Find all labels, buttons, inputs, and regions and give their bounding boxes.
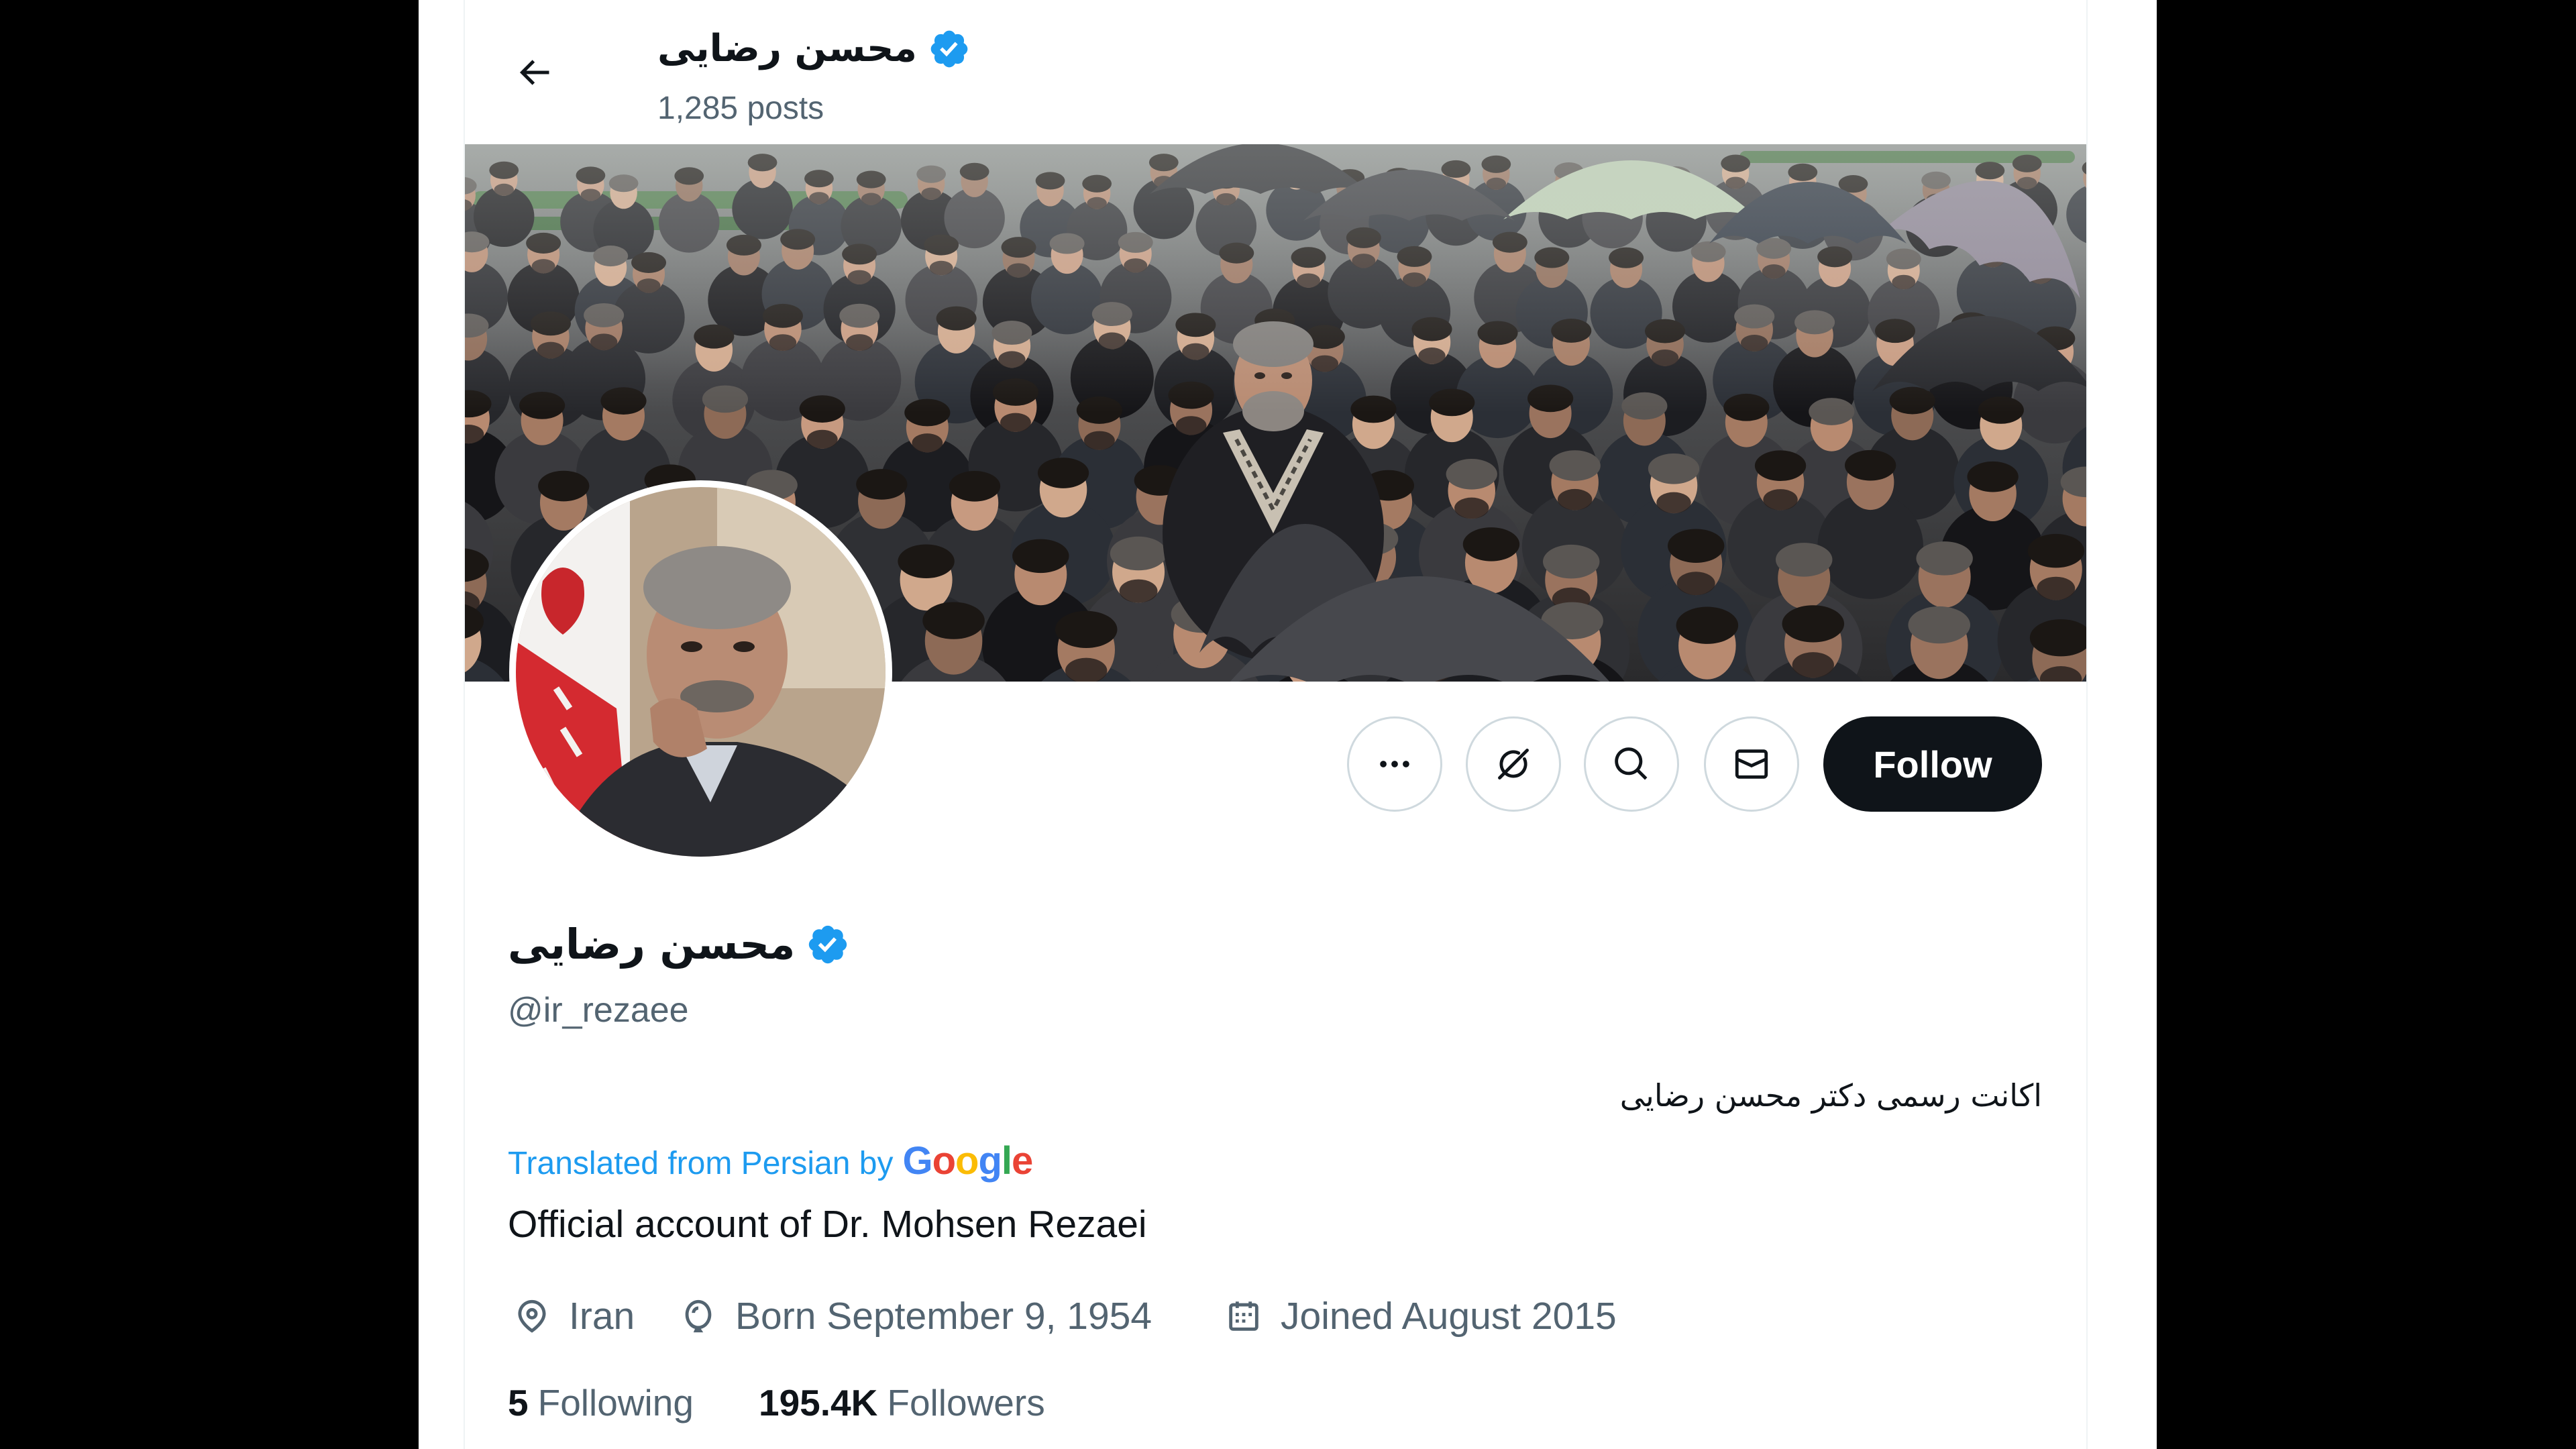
header-title: محسن رضایی bbox=[657, 27, 917, 70]
google-logo: Google bbox=[902, 1138, 1033, 1183]
header-title-row: محسن رضایی bbox=[657, 25, 971, 72]
column-border-right bbox=[2086, 0, 2088, 1449]
more-icon bbox=[1380, 761, 1409, 767]
followers-label: Followers bbox=[887, 1382, 1045, 1424]
follow-button[interactable]: Follow bbox=[1823, 716, 2042, 812]
message-button[interactable] bbox=[1704, 716, 1799, 812]
location-text: Iran bbox=[569, 1295, 635, 1338]
bio-original: اکانت رسمی دکتر محسن رضایی bbox=[1619, 1077, 2042, 1114]
google-logo-letter: o bbox=[955, 1139, 979, 1183]
grok-button[interactable] bbox=[1466, 716, 1561, 812]
calendar-icon bbox=[1229, 1301, 1258, 1331]
following-label: Following bbox=[537, 1382, 694, 1424]
google-logo-letter: G bbox=[902, 1139, 932, 1183]
profile-name: محسن رضایی bbox=[508, 920, 796, 969]
google-logo-letter: l bbox=[1001, 1139, 1012, 1183]
profile-avatar[interactable] bbox=[509, 480, 892, 863]
bio-translated: Official account of Dr. Mohsen Rezaei bbox=[508, 1203, 1147, 1246]
translation-note: Translated from Persian by Google bbox=[508, 1138, 1033, 1183]
search-icon bbox=[1615, 747, 1648, 780]
verified-badge-icon[interactable] bbox=[806, 922, 850, 967]
post-count: 1,285 posts bbox=[657, 91, 824, 126]
avatar-photo bbox=[516, 487, 885, 857]
translation-prefix: Translated from Persian by bbox=[508, 1146, 894, 1181]
verified-badge-icon[interactable] bbox=[928, 28, 971, 70]
followers-link[interactable]: 195.4K Followers bbox=[759, 1380, 1045, 1426]
search-button[interactable] bbox=[1584, 716, 1679, 812]
profile-location: Iran bbox=[513, 1293, 635, 1340]
profile-handle: @ir_rezaee bbox=[508, 991, 689, 1030]
google-logo-letter: g bbox=[978, 1139, 1002, 1183]
birthday-text: Born September 9, 1954 bbox=[735, 1295, 1152, 1338]
following-link[interactable]: 5 Following bbox=[508, 1380, 694, 1426]
following-count: 5 bbox=[508, 1382, 529, 1424]
profile-joined: Joined August 2015 bbox=[1224, 1293, 1617, 1340]
profile-name-row: محسن رضایی bbox=[508, 918, 850, 971]
grok-icon bbox=[1498, 749, 1529, 780]
mail-icon bbox=[1735, 749, 1768, 779]
profile-birthday: Born September 9, 1954 bbox=[679, 1293, 1152, 1340]
joined-text: Joined August 2015 bbox=[1281, 1295, 1617, 1338]
balloon-icon bbox=[685, 1299, 712, 1333]
back-button[interactable] bbox=[500, 39, 568, 106]
more-button[interactable] bbox=[1347, 716, 1442, 812]
followers-count: 195.4K bbox=[759, 1382, 878, 1424]
back-arrow-icon bbox=[519, 60, 549, 85]
google-logo-letter: e bbox=[1012, 1139, 1033, 1183]
location-icon bbox=[518, 1299, 546, 1333]
google-logo-letter: o bbox=[932, 1139, 956, 1183]
